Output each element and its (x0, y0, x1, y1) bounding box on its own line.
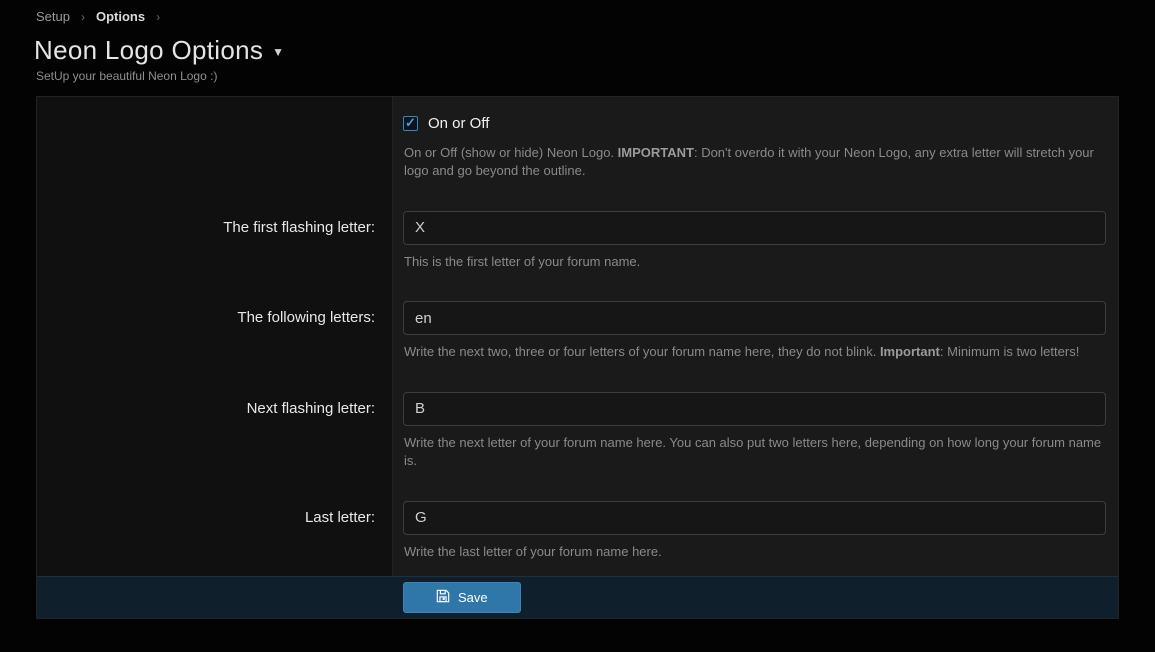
form-row-following-letters: The following letters: Write the next tw… (37, 301, 1118, 361)
page-title[interactable]: Neon Logo Options ▼ (34, 35, 284, 66)
page-subtitle: SetUp your beautiful Neon Logo :) (36, 69, 1155, 83)
field-label: The first flashing letter: (37, 211, 392, 271)
field-label: Last letter: (37, 501, 392, 561)
breadcrumb-separator-icon: › (81, 10, 85, 24)
options-form: On or Off On or Off (show or hide) Neon … (36, 96, 1119, 619)
following-letters-input[interactable] (403, 301, 1106, 335)
checkbox-label-text: On or Off (428, 115, 489, 132)
field-label: The following letters: (37, 301, 392, 361)
first-flashing-letter-input[interactable] (403, 211, 1106, 245)
row-control-cell: Write the next two, three or four letter… (392, 301, 1118, 361)
save-icon (436, 589, 450, 606)
chevron-down-icon: ▼ (272, 45, 284, 59)
form-row-next-flashing-letter: Next flashing letter: Write the next let… (37, 392, 1118, 471)
field-description: Write the next two, three or four letter… (404, 343, 1105, 361)
save-button[interactable]: Save (403, 582, 521, 613)
on-or-off-checkbox-label[interactable]: On or Off (403, 115, 489, 132)
field-description: Write the next letter of your forum name… (404, 434, 1105, 471)
row-control-cell: On or Off On or Off (show or hide) Neon … (392, 114, 1118, 181)
field-description: This is the first letter of your forum n… (404, 253, 1105, 271)
breadcrumb-item-setup[interactable]: Setup (36, 9, 70, 24)
row-control-cell: Write the last letter of your forum name… (392, 501, 1118, 561)
next-flashing-letter-input[interactable] (403, 392, 1106, 426)
page-title-text: Neon Logo Options (34, 35, 263, 65)
form-row-first-flashing-letter: The first flashing letter: This is the f… (37, 211, 1118, 271)
row-control-cell: Write the next letter of your forum name… (392, 392, 1118, 471)
breadcrumb: Setup › Options › (0, 0, 1155, 24)
field-label: Next flashing letter: (37, 392, 392, 471)
form-row-last-letter: Last letter: Write the last letter of yo… (37, 501, 1118, 561)
breadcrumb-separator-icon: › (156, 10, 160, 24)
on-or-off-checkbox[interactable] (403, 116, 418, 131)
row-label-cell (37, 114, 392, 181)
options-form-body: On or Off On or Off (show or hide) Neon … (37, 97, 1118, 576)
field-description: On or Off (show or hide) Neon Logo. IMPO… (404, 144, 1105, 181)
field-description: Write the last letter of your forum name… (404, 543, 1105, 561)
form-row-on-or-off: On or Off On or Off (show or hide) Neon … (37, 114, 1118, 181)
save-bar: Save (37, 576, 1118, 618)
row-control-cell: This is the first letter of your forum n… (392, 211, 1118, 271)
breadcrumb-item-options[interactable]: Options (96, 9, 145, 24)
last-letter-input[interactable] (403, 501, 1106, 535)
save-button-label: Save (458, 590, 488, 605)
